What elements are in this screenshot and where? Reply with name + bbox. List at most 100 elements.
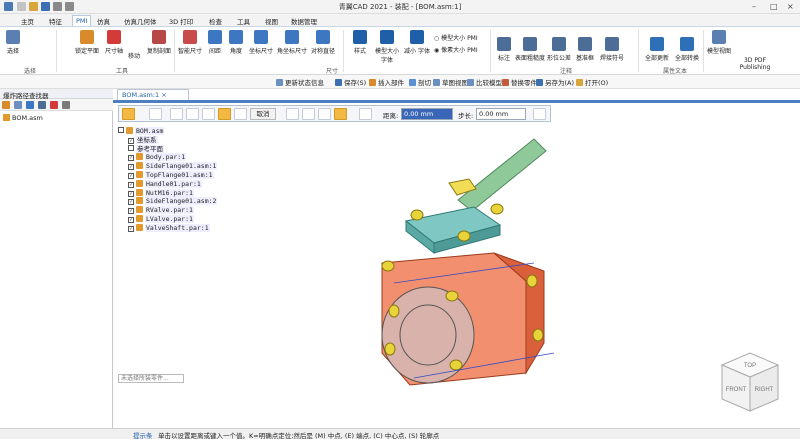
lock-plane-button[interactable]: 锁定平面 [74,30,100,55]
save-icon [335,79,342,86]
move-button[interactable]: 移动 [124,51,144,60]
checkbox[interactable]: ✓ [128,208,134,215]
model-view-button[interactable]: 模型视图 [704,30,734,55]
part-icon [136,171,143,178]
tool-button[interactable] [149,108,162,120]
datum-frame-button[interactable]: 基准框 [573,37,597,62]
symmetric-diameter-button[interactable]: 对称直径 [309,30,337,55]
step-input[interactable]: 0.00 mm [476,108,526,120]
pixel-size-pmi-radio[interactable]: ◉ 像素大小 PMI [434,45,494,54]
tool-select-button[interactable] [122,108,135,120]
annotation-button[interactable]: 标注 [494,37,514,62]
checkbox[interactable]: ✓ [128,190,134,197]
tree-node[interactable]: ✓ NutM16.par:1 [128,188,194,198]
checkbox[interactable]: ✓ [128,217,134,223]
angular-coordinate-button[interactable]: 角坐标尺寸 [276,30,308,55]
save-as-button[interactable]: 另存为(A) [536,77,574,87]
checkbox[interactable]: ✓ [128,181,134,188]
compare-models-button[interactable]: 比较模型 [467,77,502,87]
increase-font-button[interactable]: 模型大小 字体 [372,30,402,64]
align-button[interactable] [286,108,299,120]
model-size-pmi-radio[interactable]: ○ 模型大小 PMI [434,33,494,42]
document-tab[interactable]: BOM.asm:1 × [117,89,189,100]
align-button[interactable] [302,108,315,120]
save-as-icon [536,79,543,86]
bolt [388,304,400,318]
align-button-active[interactable] [334,108,347,120]
insert-part-button[interactable]: 插入部件 [369,77,404,87]
filter-icon[interactable] [14,101,22,109]
surface-roughness-button[interactable]: 表面粗糙度 [515,37,545,62]
update-status-info-button[interactable]: 更新状态信息 [276,77,324,87]
checkbox[interactable]: ✓ [128,137,134,144]
geometric-tolerance-button[interactable]: 形位公差 [546,37,572,62]
tool-button[interactable] [202,108,215,120]
axis-button[interactable] [359,108,372,120]
pdf-publishing-button[interactable]: 3D PDF Publishing [733,57,777,71]
checkbox[interactable] [118,127,124,133]
panel-title: 爆炸路径查找器 [0,89,113,100]
style-button[interactable]: 样式 [350,30,370,55]
tree-node-label: ValveShaft.par:1 [145,223,210,232]
open-button[interactable]: 打开(O) [576,77,608,87]
section-button[interactable]: 剖切 [409,77,431,87]
part-icon [126,127,133,134]
checkbox[interactable]: ✓ [128,164,134,171]
weld-symbol-button[interactable]: 焊接符号 [598,37,626,62]
align-button[interactable] [318,108,331,120]
tree-node[interactable]: ✓ SideFlange01.asm:2 [128,197,218,206]
distance-input[interactable]: 0.00 mm [401,108,453,120]
checkbox[interactable]: ✓ [128,199,134,206]
convert-all-icon [680,37,694,51]
select-button[interactable]: 选择 [3,30,23,55]
ribbon: 选择 锁定平面 尺寸轴 移动 复制剖面 智能尺寸 间距 角度 坐标尺寸 角坐标尺… [0,26,800,75]
sketch-view-icon [433,79,440,86]
cancel-button[interactable]: 取消 [250,108,276,120]
tree-node[interactable]: ✓ 坐标系 [128,135,158,145]
tree-node[interactable]: BOM.asm [118,127,165,136]
geometric-tolerance-icon [552,37,566,51]
tool-button[interactable] [170,108,183,120]
sketch-view-button[interactable]: 草图视图 [433,77,468,87]
tree-node[interactable]: ✓ RValve.par:1 [128,206,194,215]
checkbox[interactable]: ✓ [128,225,134,232]
coordinate-dimension-button[interactable]: 坐标尺寸 [247,30,275,55]
tree-node[interactable]: ✓ ValveShaft.par:1 [128,223,210,233]
copy-section-button[interactable]: 复制剖面 [146,30,172,55]
replace-part-icon [502,79,509,86]
tree-node[interactable]: ✓ TopFlange01.asm:1 [128,171,214,180]
tab-pmi[interactable]: PMI [72,15,92,26]
layer-icon[interactable] [38,101,46,109]
assembly-icon [3,114,10,121]
tree-node[interactable]: ✓ LValve.par:1 [128,215,194,224]
assembly-icon[interactable] [2,101,10,109]
options-button[interactable] [533,108,546,120]
spacing-button[interactable]: 间距 [205,30,225,55]
select-icon [6,30,20,44]
checkbox[interactable] [128,144,134,151]
panel-root-item[interactable]: BOM.asm [3,114,43,122]
tree-node[interactable]: ✓ SideFlange01.asm:1 [128,162,218,171]
close-icon[interactable]: × [787,2,794,11]
smart-dimension-button[interactable]: 智能尺寸 [176,30,204,55]
explode-icon[interactable] [50,101,58,109]
checkbox[interactable]: ✓ [128,173,134,179]
minimize-icon[interactable]: – [752,2,756,11]
view-icon[interactable] [26,101,34,109]
tool-button-active[interactable] [218,108,231,120]
save-button[interactable]: 保存(S) [335,77,366,87]
settings-icon[interactable] [62,101,70,109]
tree-node[interactable]: ✓ Body.par:1 [128,153,187,162]
convert-all-button[interactable]: 全部转换 [673,37,701,62]
tree-node[interactable]: ✓ Handle01.par:1 [128,179,202,189]
tree-node[interactable]: 参考平面 [128,144,164,154]
replace-part-button[interactable]: 替换零件 [502,77,537,87]
maximize-icon[interactable]: □ [770,2,778,11]
decrease-font-button[interactable]: 减小 字体 [403,30,431,55]
dimension-axis-icon [107,30,121,44]
checkbox[interactable]: ✓ [128,155,134,162]
tool-button[interactable] [234,108,247,120]
angle-button[interactable]: 角度 [226,30,246,55]
tool-button[interactable] [186,108,199,120]
update-all-button[interactable]: 全部更新 [643,37,671,62]
